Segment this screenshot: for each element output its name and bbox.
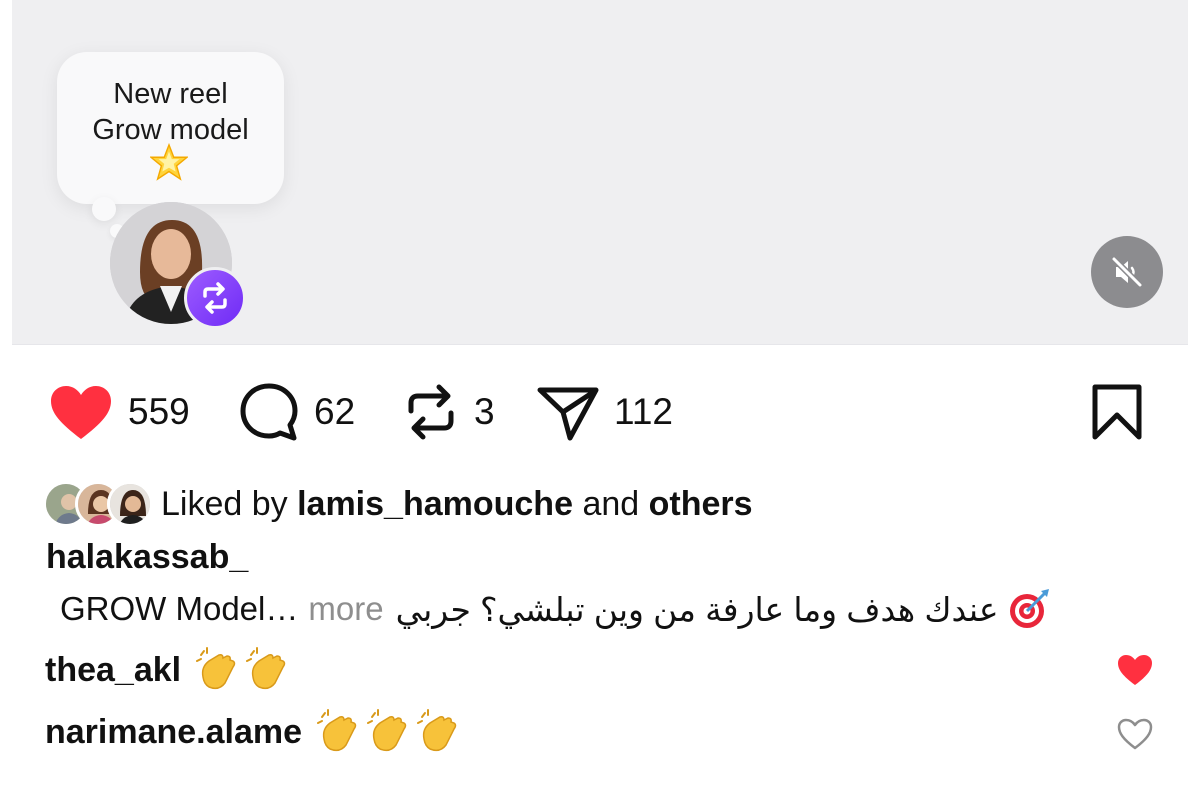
clapping-hands-icon bbox=[196, 647, 236, 690]
clapping-hands-icon bbox=[246, 647, 286, 690]
direct-hit-icon bbox=[1009, 589, 1049, 628]
send-icon[interactable] bbox=[536, 382, 600, 442]
liked-by-text[interactable]: Liked by lamis_hamouche and others bbox=[161, 485, 753, 524]
clapping-hands-icon bbox=[417, 709, 457, 752]
comment-heart-filled-icon[interactable] bbox=[1116, 653, 1154, 687]
comment-row[interactable]: narimane.alame bbox=[45, 704, 466, 760]
repost-action[interactable]: 3 bbox=[402, 382, 495, 442]
comment-username[interactable]: narimane.alame bbox=[45, 713, 302, 752]
repost-icon[interactable] bbox=[402, 381, 460, 443]
comment-heart-outline-icon[interactable] bbox=[1116, 717, 1154, 751]
comment-row[interactable]: thea_akl bbox=[45, 642, 295, 698]
comment-username[interactable]: thea_akl bbox=[45, 651, 181, 690]
heart-filled-icon[interactable] bbox=[48, 383, 114, 441]
like-count: 559 bbox=[128, 391, 190, 432]
note-bubble[interactable]: New reel Grow model bbox=[57, 52, 284, 204]
bubble-tail bbox=[92, 197, 116, 221]
clapping-hands-icon bbox=[367, 709, 407, 752]
share-count: 112 bbox=[614, 391, 673, 432]
more-link[interactable]: more bbox=[308, 590, 383, 628]
repost-count: 3 bbox=[474, 391, 495, 432]
repost-icon bbox=[203, 282, 227, 314]
clapping-hands-icon bbox=[317, 709, 357, 752]
comment-action[interactable]: 62 bbox=[238, 382, 355, 442]
bookmark-icon[interactable] bbox=[1090, 383, 1144, 441]
liked-by-others[interactable]: others bbox=[649, 485, 753, 523]
comment-count: 62 bbox=[314, 391, 356, 432]
star-icon bbox=[150, 143, 188, 181]
repost-badge bbox=[184, 267, 246, 329]
reel-media[interactable]: New reel Grow model bbox=[12, 0, 1188, 345]
mute-icon bbox=[1111, 256, 1143, 288]
caption-english: GROW Model… bbox=[60, 590, 299, 627]
liker-avatar bbox=[107, 481, 153, 527]
caption-arabic: عندك هدف وما عارفة من وين تبلشي؟ جربي bbox=[395, 590, 999, 628]
comment-icon[interactable] bbox=[238, 381, 300, 443]
mute-button[interactable] bbox=[1091, 236, 1163, 308]
like-action[interactable]: 559 bbox=[48, 382, 190, 442]
post-author-username[interactable]: halakassab_ bbox=[46, 538, 248, 577]
liked-by-row[interactable]: Liked by lamis_hamouche and others bbox=[43, 478, 753, 530]
note-line-1: New reel bbox=[113, 78, 228, 110]
post-caption: GROW Model… more عندك هدف وما عارفة من و… bbox=[60, 586, 1158, 632]
share-action[interactable]: 112 bbox=[536, 382, 673, 442]
liked-by-user[interactable]: lamis_hamouche bbox=[297, 485, 573, 523]
